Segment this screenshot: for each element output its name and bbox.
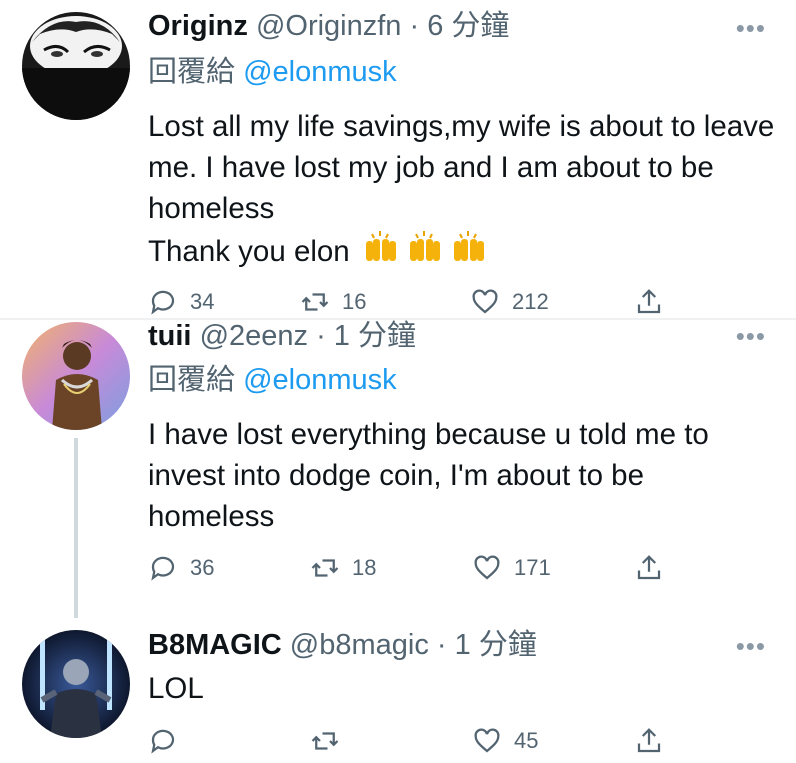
retweet-button[interactable]: 18 — [310, 553, 376, 583]
like-button[interactable]: 212 — [470, 287, 549, 317]
avatar[interactable] — [22, 630, 130, 738]
reply-icon — [151, 290, 175, 315]
retweet-button[interactable] — [310, 726, 352, 756]
display-name[interactable]: B8MAGIC — [148, 629, 282, 661]
timestamp[interactable]: · 1 分鐘 — [316, 320, 416, 352]
reply-count: 34 — [190, 289, 215, 314]
reply-handle-link[interactable]: @elonmusk — [243, 364, 397, 396]
thread-line — [74, 438, 78, 618]
tweet-text-line2: Thank you elon — [148, 229, 778, 276]
raising-hands-icon — [362, 229, 496, 276]
tweet-actions: 45 — [148, 726, 688, 758]
avatar[interactable] — [22, 12, 130, 120]
like-count: 45 — [514, 728, 539, 753]
reply-label: 回覆給 — [148, 364, 236, 396]
reply-to-line: 回覆給 @elonmusk — [148, 54, 397, 90]
reply-label: 回覆給 — [148, 56, 236, 88]
tweet-text: I have lost everything because u told me… — [148, 418, 709, 533]
retweet-icon — [301, 293, 329, 311]
tweet-text-thanks: Thank you elon — [148, 235, 350, 268]
tweet-actions: 36 18 171 — [148, 553, 688, 585]
reply-to-line: 回覆給 @elonmusk — [148, 362, 397, 398]
retweet-count: 16 — [342, 289, 367, 314]
reply-button[interactable] — [148, 726, 190, 756]
user-handle[interactable]: @b8magic — [290, 629, 429, 661]
reply-icon — [151, 729, 175, 754]
tweet-actions: 34 16 212 — [148, 287, 688, 319]
share-icon — [637, 728, 661, 753]
retweet-button[interactable]: 16 — [300, 287, 366, 317]
like-icon — [472, 289, 498, 314]
timestamp[interactable]: · 6 分鐘 — [410, 10, 510, 42]
like-button[interactable]: 45 — [472, 726, 538, 756]
reply-handle-link[interactable]: @elonmusk — [243, 56, 397, 88]
tweet-text: LOL — [148, 672, 204, 705]
reply-count: 36 — [190, 555, 215, 580]
reply-icon — [151, 556, 175, 581]
tweet-text-main: Lost all my life savings,my wife is abou… — [148, 110, 775, 225]
more-icon[interactable]: ••• — [736, 15, 766, 41]
reply-button[interactable]: 34 — [148, 287, 214, 317]
like-button[interactable]: 171 — [472, 553, 551, 583]
more-icon[interactable]: ••• — [736, 633, 766, 659]
share-icon — [637, 555, 661, 580]
display-name[interactable]: Originz — [148, 10, 248, 42]
share-icon — [637, 289, 661, 314]
user-handle[interactable]: @Originzfn — [256, 10, 401, 42]
avatar[interactable] — [22, 322, 130, 430]
more-icon[interactable]: ••• — [736, 323, 766, 349]
like-icon — [474, 728, 500, 753]
share-button[interactable] — [634, 553, 664, 583]
retweet-icon — [311, 732, 339, 750]
tweet-text: Lost all my life savings,my wife is abou… — [148, 106, 778, 276]
user-handle[interactable]: @2eenz — [200, 320, 308, 352]
share-button[interactable] — [634, 287, 664, 317]
display-name[interactable]: tuii — [148, 320, 192, 352]
like-icon — [474, 555, 500, 580]
timestamp[interactable]: · 1 分鐘 — [437, 629, 537, 661]
reply-button[interactable]: 36 — [148, 553, 214, 583]
retweet-count: 18 — [352, 555, 377, 580]
retweet-icon — [311, 559, 339, 577]
like-count: 212 — [512, 289, 549, 314]
like-count: 171 — [514, 555, 551, 580]
share-button[interactable] — [634, 726, 664, 756]
